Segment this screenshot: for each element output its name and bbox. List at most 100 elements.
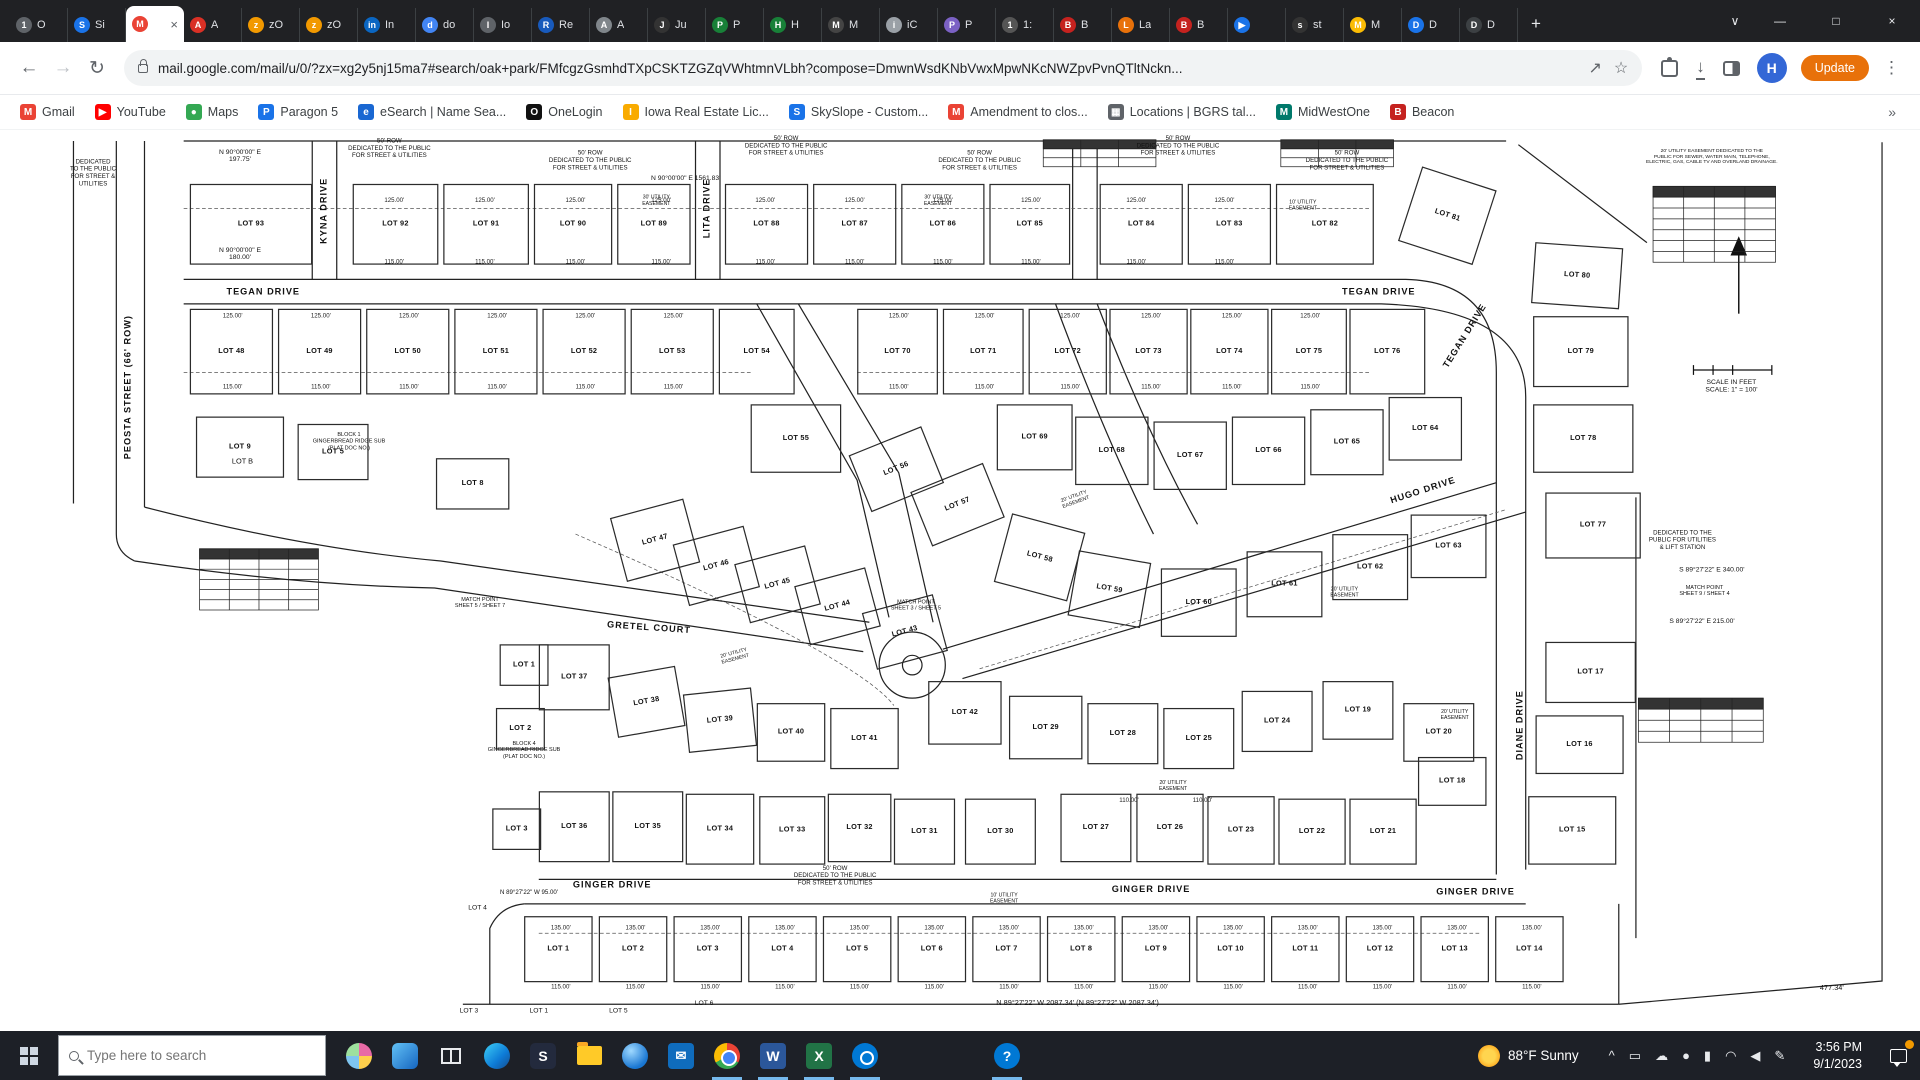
plat-lot: LOT 64 <box>1389 397 1462 461</box>
wifi-icon[interactable]: ◠ <box>1725 1048 1736 1064</box>
close-button[interactable]: × <box>1864 0 1920 42</box>
browser-tab[interactable]: JJu <box>648 8 706 42</box>
update-button[interactable]: Update <box>1801 55 1869 81</box>
widget-app-button[interactable] <box>382 1031 428 1080</box>
browser-tab[interactable]: inIn <box>358 8 416 42</box>
outlook-button[interactable]: ✉ <box>658 1031 704 1080</box>
tab-close-icon[interactable]: × <box>170 17 178 32</box>
browser-tab[interactable]: 11: <box>996 8 1054 42</box>
browser-tab[interactable]: DD <box>1402 8 1460 42</box>
display-icon[interactable]: ▭ <box>1629 1048 1641 1064</box>
browser-tab[interactable]: PP <box>706 8 764 42</box>
plat-map[interactable]: LOT 93LOT 92LOT 91LOT 90LOT 89LOT 88LOT … <box>0 130 1920 1031</box>
bookmark-star-icon[interactable]: ☆ <box>1614 58 1628 78</box>
bookmark-item[interactable]: ▶YouTube <box>95 104 166 120</box>
tab-search-chevron-icon[interactable]: ∨ <box>1718 14 1752 28</box>
tab-title: zO <box>327 19 341 31</box>
word-button[interactable]: W <box>750 1031 796 1080</box>
search-input[interactable] <box>87 1048 287 1063</box>
browser-tab[interactable]: MM <box>1344 8 1402 42</box>
browser-tab[interactable]: iiC <box>880 8 938 42</box>
bookmark-item[interactable]: MAmendment to clos... <box>948 104 1087 120</box>
bookmark-label: eSearch | Name Sea... <box>380 105 506 119</box>
extensions-icon[interactable] <box>1661 60 1678 77</box>
browser-tab[interactable]: 1O <box>10 8 68 42</box>
battery-icon[interactable]: ▮ <box>1704 1048 1711 1064</box>
chrome-button[interactable] <box>704 1031 750 1080</box>
bookmark-item[interactable]: SSkySlope - Custom... <box>789 104 928 120</box>
dimension-label: 125.00' <box>1021 197 1041 204</box>
lot-label: LOT 24 <box>1264 718 1290 725</box>
browser-tab[interactable]: HH <box>764 8 822 42</box>
bookmarks-overflow-icon[interactable]: » <box>1888 104 1910 120</box>
start-button[interactable] <box>0 1031 58 1080</box>
browser-tab[interactable]: ▶ <box>1228 8 1286 42</box>
camera-app-button[interactable] <box>842 1031 888 1080</box>
browser-menu-icon[interactable]: ⋮ <box>1883 58 1900 78</box>
north-arrow-icon <box>1731 238 1746 314</box>
plat-lot: LOT 19 <box>1322 681 1393 740</box>
pen-icon[interactable]: ✎ <box>1774 1048 1785 1064</box>
tab-title: Si <box>95 19 105 31</box>
browser-tab[interactable]: M× <box>126 6 184 42</box>
dimension-label: 115.00' <box>850 983 869 990</box>
browser-tab[interactable]: AA <box>590 8 648 42</box>
browser-tab[interactable]: PP <box>938 8 996 42</box>
blue-browser-button[interactable] <box>612 1031 658 1080</box>
bookmark-item[interactable]: MGmail <box>20 104 75 120</box>
url-text[interactable]: mail.google.com/mail/u/0/?zx=xg2y5nj15ma… <box>158 61 1576 76</box>
share-icon[interactable]: ↗ <box>1588 58 1601 78</box>
clock-time: 3:56 PM <box>1813 1039 1862 1056</box>
dimension-label: 135.00' <box>775 925 795 932</box>
dark-app-button[interactable]: S <box>520 1031 566 1080</box>
browser-tab[interactable]: IIo <box>474 8 532 42</box>
side-panel-icon[interactable] <box>1723 61 1740 76</box>
forward-button[interactable]: → <box>46 51 80 85</box>
browser-tab[interactable]: SSi <box>68 8 126 42</box>
back-button[interactable]: ← <box>12 51 46 85</box>
plat-lot: LOT 48 <box>190 309 273 395</box>
bookmark-item[interactable]: IIowa Real Estate Lic... <box>623 104 769 120</box>
excel-button[interactable]: X <box>796 1031 842 1080</box>
volume-icon[interactable]: ◀ <box>1750 1048 1760 1064</box>
widgets-button[interactable] <box>336 1031 382 1080</box>
profile-avatar[interactable]: H <box>1757 53 1787 83</box>
bookmark-item[interactable]: MMidWestOne <box>1276 104 1370 120</box>
address-bar[interactable]: mail.google.com/mail/u/0/?zx=xg2y5nj15ma… <box>124 50 1642 86</box>
file-explorer-button[interactable] <box>566 1031 612 1080</box>
dimension-label: 135.00' <box>1223 925 1243 932</box>
bookmark-item[interactable]: BBeacon <box>1390 104 1454 120</box>
bookmark-item[interactable]: ▦Locations | BGRS tal... <box>1108 104 1256 120</box>
bookmark-item[interactable]: OOneLogin <box>526 104 602 120</box>
taskbar-search[interactable] <box>58 1035 326 1076</box>
browser-tab[interactable]: sst <box>1286 8 1344 42</box>
new-tab-button[interactable]: + <box>1522 10 1550 38</box>
status-dot-icon[interactable]: ● <box>1682 1048 1690 1063</box>
browser-tab[interactable]: ddo <box>416 8 474 42</box>
browser-tab[interactable]: LLa <box>1112 8 1170 42</box>
browser-tab[interactable]: zzO <box>300 8 358 42</box>
bookmark-item[interactable]: ●Maps <box>186 104 239 120</box>
onedrive-icon[interactable]: ☁ <box>1655 1048 1668 1064</box>
reload-button[interactable]: ↻ <box>80 51 114 85</box>
browser-tab[interactable]: DD <box>1460 8 1518 42</box>
help-button[interactable]: ? <box>984 1031 1030 1080</box>
hidden-icons-chevron-icon[interactable]: ^ <box>1609 1048 1615 1063</box>
task-view-button[interactable] <box>428 1031 474 1080</box>
taskbar-clock[interactable]: 3:56 PM 9/1/2023 <box>1813 1039 1862 1073</box>
edge-button[interactable] <box>474 1031 520 1080</box>
bookmark-item[interactable]: PParagon 5 <box>258 104 338 120</box>
weather-widget[interactable]: 88°F Sunny <box>1478 1045 1579 1067</box>
downloads-icon[interactable]: ↓ <box>1696 57 1705 80</box>
minimize-button[interactable]: — <box>1752 0 1808 42</box>
browser-tab[interactable]: BB <box>1054 8 1112 42</box>
browser-tab[interactable]: AA <box>184 8 242 42</box>
action-center-button[interactable] <box>1876 1031 1920 1080</box>
maximize-button[interactable]: □ <box>1808 0 1864 42</box>
browser-tab[interactable]: RRe <box>532 8 590 42</box>
browser-tab[interactable]: MM <box>822 8 880 42</box>
browser-tab[interactable]: zzO <box>242 8 300 42</box>
file-explorer-icon <box>577 1046 602 1065</box>
browser-tab[interactable]: BB <box>1170 8 1228 42</box>
bookmark-item[interactable]: eeSearch | Name Sea... <box>358 104 506 120</box>
